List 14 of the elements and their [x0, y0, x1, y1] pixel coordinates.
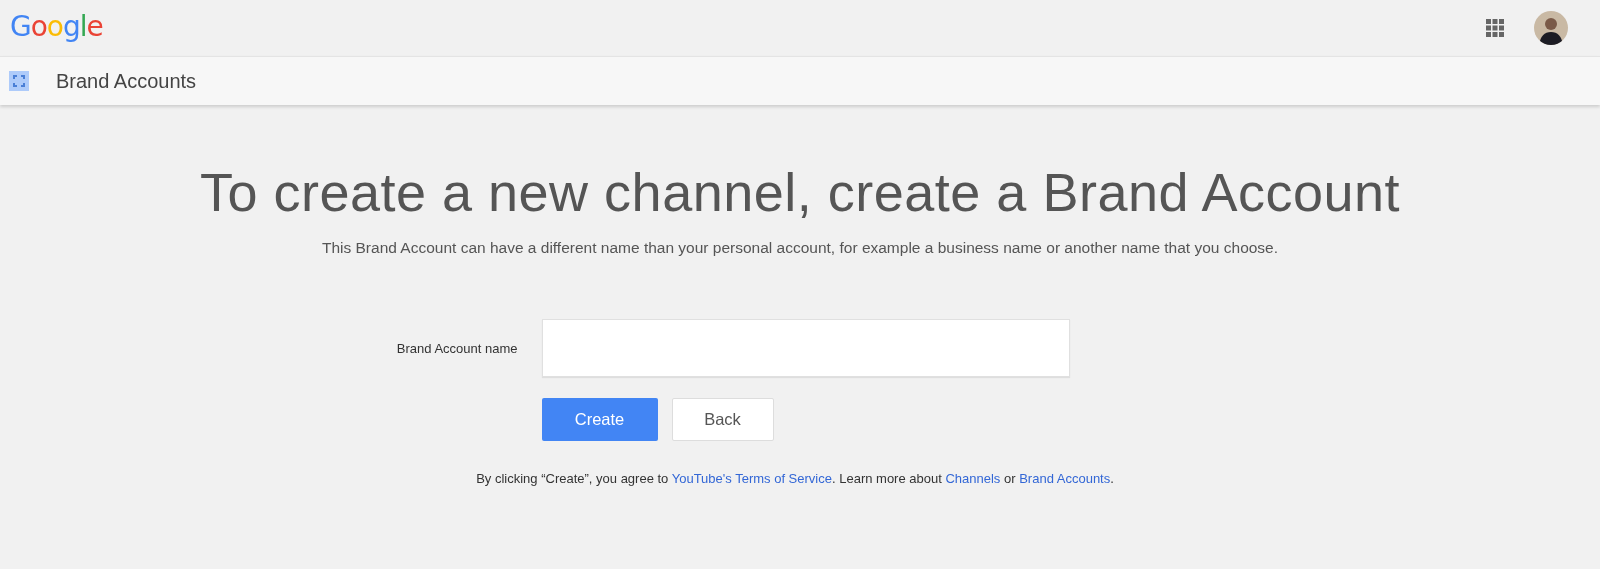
- create-button[interactable]: Create: [541, 398, 658, 441]
- apps-grid-icon[interactable]: [1486, 19, 1504, 37]
- terms-text: By clicking “Create”, you agree to YouTube's Terms of Service. Learn more about Channels or Brand Accounts.: [476, 471, 1114, 486]
- field-label: Brand Account name: [395, 340, 518, 356]
- heading: To create a new channel, create a Brand Account: [199, 161, 1401, 223]
- link[interactable]: YouTube's Terms of Service: [671, 471, 832, 486]
- avatar[interactable]: [1534, 11, 1568, 45]
- description: This Brand Account can have a different name than your personal account, for example a business name or another name that you choose.: [321, 239, 1279, 257]
- brand-account-icon: [9, 71, 29, 91]
- link[interactable]: Channels: [945, 471, 1001, 486]
- page-title: Brand Accounts: [56, 69, 197, 93]
- google-logo[interactable]: Google: [10, 9, 103, 43]
- back-button[interactable]: Back: [671, 398, 774, 441]
- input-field[interactable]: [541, 319, 1070, 377]
